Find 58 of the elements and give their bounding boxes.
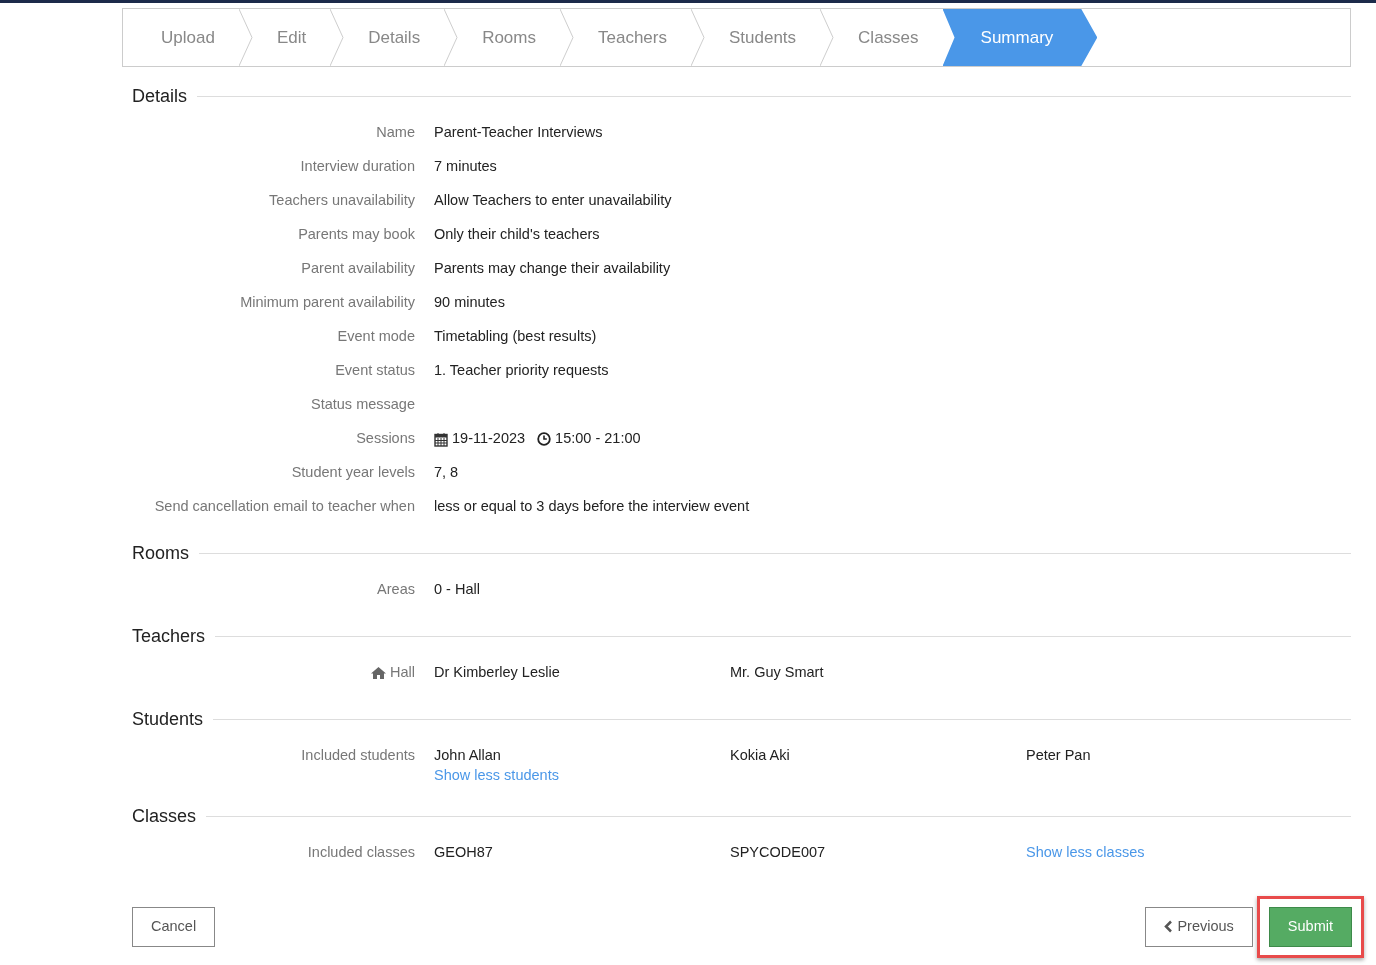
previous-button[interactable]: Previous bbox=[1145, 906, 1253, 947]
wizard-step[interactable]: Teachers bbox=[574, 9, 691, 66]
field-value: Parent-Teacher Interviews bbox=[434, 124, 603, 141]
field-label: Send cancellation email to teacher when bbox=[154, 498, 415, 515]
field-label: Name bbox=[376, 124, 415, 141]
show-less-link[interactable]: Show less classes bbox=[1026, 843, 1145, 860]
field-value: Mr. Guy Smart bbox=[730, 664, 824, 681]
field-value: Parents may change their availability bbox=[434, 260, 671, 277]
section-title: Classes bbox=[131, 804, 198, 828]
wizard-step[interactable]: Upload bbox=[123, 9, 239, 66]
field-label: Event mode bbox=[337, 328, 415, 345]
field-value: 1. Teacher priority requests bbox=[434, 362, 609, 379]
wizard-step[interactable]: Students bbox=[705, 9, 821, 66]
section-title: Teachers bbox=[131, 625, 207, 648]
field-label: Sessions bbox=[356, 430, 415, 447]
session-time: 15:00 - 21:00 bbox=[555, 429, 641, 449]
wizard-step[interactable]: Details bbox=[344, 9, 445, 66]
session-date: 19-11-2023 bbox=[452, 429, 526, 449]
field-label: Teachers unavailability bbox=[269, 192, 415, 209]
section-title: Details bbox=[131, 85, 189, 108]
field-value: 7 minutes bbox=[434, 158, 497, 175]
cancel-button[interactable]: Cancel bbox=[132, 906, 216, 947]
field-label: Minimum parent availability bbox=[240, 294, 415, 311]
section-title: Students bbox=[131, 708, 205, 731]
field-label: Included students bbox=[301, 747, 415, 764]
field-value: Only their child's teachers bbox=[434, 226, 600, 243]
submit-button[interactable]: Submit bbox=[1268, 906, 1352, 947]
field-value: Timetabling (best results) bbox=[434, 328, 597, 345]
field-label: Interview duration bbox=[300, 158, 415, 175]
field-value: less or equal to 3 days before the interview event bbox=[434, 498, 750, 515]
field-value: SPYCODE007 bbox=[730, 843, 826, 860]
field-label: Student year levels bbox=[291, 464, 415, 481]
field-label: Event status bbox=[335, 362, 415, 379]
field-label: Parent availability bbox=[301, 260, 415, 277]
field-value: 0 - Hall bbox=[434, 581, 480, 598]
field-label: Areas bbox=[377, 581, 415, 598]
home-icon bbox=[371, 667, 386, 680]
field-label: Parents may book bbox=[298, 226, 415, 243]
chevron-left-icon bbox=[1164, 920, 1174, 934]
field-label: Included classes bbox=[307, 843, 415, 860]
field-value: Peter Pan bbox=[1026, 747, 1091, 764]
wizard-step[interactable]: Classes bbox=[834, 9, 943, 66]
field-value: Kokia Aki bbox=[730, 747, 790, 764]
field-label: Status message bbox=[311, 396, 415, 413]
section-title: Rooms bbox=[131, 542, 190, 565]
show-less-link[interactable]: Show less students bbox=[434, 765, 559, 787]
wizard-step[interactable]: Edit bbox=[252, 9, 331, 66]
field-value: 90 minutes bbox=[434, 294, 505, 311]
wizard-step[interactable]: Rooms bbox=[458, 9, 560, 66]
field-value: 7, 8 bbox=[434, 464, 459, 481]
clock-icon bbox=[537, 432, 552, 447]
wizard-step[interactable]: Summary bbox=[942, 9, 1098, 66]
field-value: GEOH87 bbox=[434, 843, 493, 860]
calendar-icon bbox=[434, 431, 448, 447]
field-value: Dr Kimberley Leslie bbox=[434, 664, 560, 681]
field-value: John Allan bbox=[434, 747, 501, 764]
room-label: Hall bbox=[371, 664, 415, 681]
field-value: Allow Teachers to enter unavailability bbox=[434, 192, 672, 209]
